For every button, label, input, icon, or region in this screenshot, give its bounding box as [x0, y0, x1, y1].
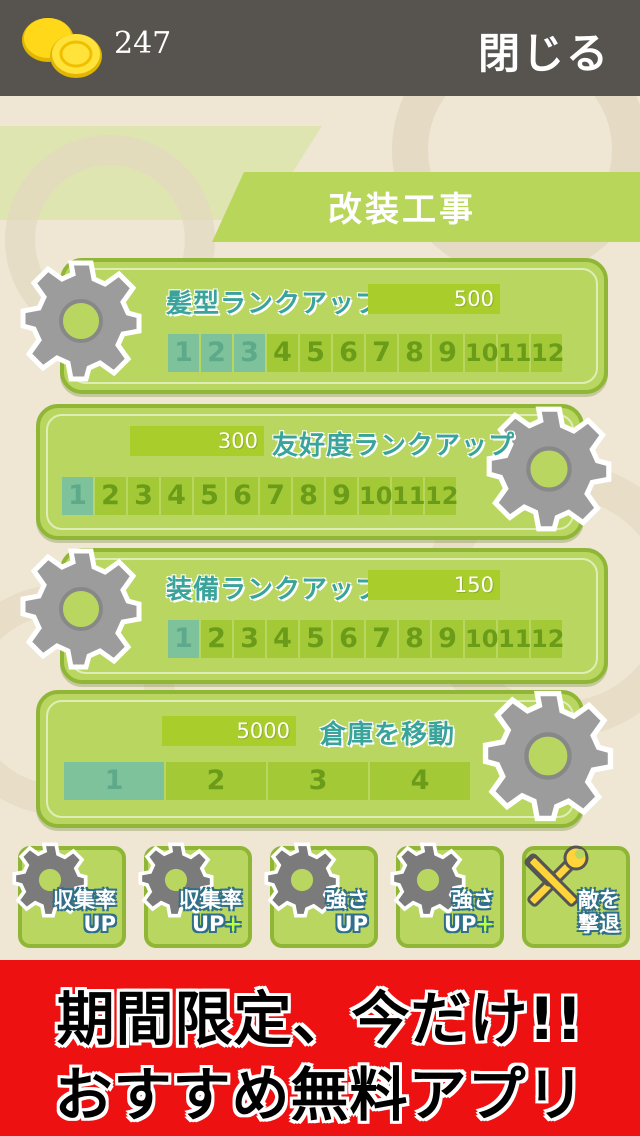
rank-cell[interactable]: 2 — [201, 620, 232, 658]
gear-icon — [20, 548, 142, 670]
shortcut-label: 収集率 UP — [53, 888, 116, 936]
rank-cell[interactable]: 3 — [268, 762, 368, 800]
rank-cell[interactable]: 4 — [161, 477, 192, 515]
page-title: 改装工事 — [328, 190, 476, 230]
rank-cell[interactable]: 11 — [498, 334, 531, 372]
rank-cell[interactable]: 2 — [166, 762, 266, 800]
upgrade-label: 髪型ランクアップ — [166, 289, 383, 319]
rank-list: 1 2 3 4 5 6 7 8 9 10 11 12 — [62, 477, 458, 515]
rank-cell[interactable]: 1 — [168, 620, 199, 658]
rank-cell[interactable]: 4 — [267, 620, 298, 658]
rank-cell[interactable]: 3 — [234, 334, 265, 372]
top-bar: 247 閉じる — [0, 0, 640, 96]
rank-cell[interactable]: 4 — [370, 762, 470, 800]
rank-cell[interactable]: 12 — [425, 477, 458, 515]
shortcut-label: 敵を 撃退 — [578, 888, 620, 936]
collect-rate-up-plus-button[interactable]: 収集率 UP+ — [138, 842, 252, 948]
rank-cell[interactable]: 1 — [62, 477, 93, 515]
rank-cell[interactable]: 11 — [392, 477, 425, 515]
rank-cell[interactable]: 7 — [366, 334, 397, 372]
rank-cell[interactable]: 5 — [300, 334, 331, 372]
repel-enemy-button[interactable]: 敵を 撃退 — [522, 845, 630, 948]
rank-cell[interactable]: 6 — [333, 620, 364, 658]
rank-cell[interactable]: 11 — [498, 620, 531, 658]
strength-up-button[interactable]: 強さ UP — [264, 842, 378, 948]
upgrade-label: 倉庫を移動 — [320, 720, 456, 750]
coin-count: 247 — [114, 26, 172, 61]
rank-list: 1234 — [64, 762, 470, 800]
strength-up-plus-button[interactable]: 強さ UP+ — [390, 842, 504, 948]
rank-cell[interactable]: 5 — [194, 477, 225, 515]
rank-list: 1 2 3 4 5 6 7 8 9 10 11 12 — [168, 334, 564, 372]
rank-cell[interactable]: 1 — [64, 762, 164, 800]
shortcut-button-row: 収集率 UP 収集率 UP+ 強さ UP 強さ UP+ 敵を 撃退 — [0, 840, 640, 950]
rank-cell[interactable]: 7 — [260, 477, 291, 515]
rank-cell[interactable]: 2 — [95, 477, 126, 515]
shortcut-label: 強さ UP — [326, 888, 368, 936]
rank-cell[interactable]: 6 — [333, 334, 364, 372]
rank-cell[interactable]: 1 — [168, 334, 199, 372]
rank-cell[interactable]: 4 — [267, 334, 298, 372]
shortcut-label: 強さ UP+ — [443, 888, 494, 936]
rank-cell[interactable]: 5 — [300, 620, 331, 658]
rank-cell[interactable]: 8 — [399, 620, 430, 658]
upgrade-price: 300 — [217, 429, 258, 453]
rank-cell[interactable]: 9 — [432, 334, 463, 372]
rank-list: 1 2 3 4 5 6 7 8 9 10 11 12 — [168, 620, 564, 658]
rank-cell[interactable]: 6 — [227, 477, 258, 515]
rank-cell[interactable]: 3 — [128, 477, 159, 515]
rank-cell[interactable]: 8 — [293, 477, 324, 515]
rank-cell[interactable]: 12 — [531, 620, 564, 658]
rank-cell[interactable]: 9 — [432, 620, 463, 658]
gear-icon — [482, 690, 614, 822]
upgrade-price: 5000 — [236, 719, 290, 743]
ad-headline: 期間限定、今だけ!! — [56, 985, 584, 1053]
rank-cell[interactable]: 2 — [201, 334, 232, 372]
rank-cell[interactable]: 10 — [359, 477, 392, 515]
ad-banner[interactable]: 期間限定、今だけ!! おすすめ無料アプリ — [0, 960, 640, 1136]
gear-icon — [486, 406, 612, 532]
rank-cell[interactable]: 9 — [326, 477, 357, 515]
rank-cell[interactable]: 10 — [465, 334, 498, 372]
coin-icon — [22, 18, 102, 78]
collect-rate-up-button[interactable]: 収集率 UP — [12, 842, 126, 948]
rank-cell[interactable]: 7 — [366, 620, 397, 658]
gear-icon — [20, 260, 142, 382]
rank-cell[interactable]: 12 — [531, 334, 564, 372]
close-button[interactable]: 閉じる — [478, 20, 610, 81]
shortcut-label: 収集率 UP+ — [179, 888, 242, 936]
ad-subline: おすすめ無料アプリ — [54, 1061, 586, 1129]
upgrade-price: 150 — [453, 573, 494, 597]
upgrade-price: 500 — [453, 287, 494, 311]
upgrade-label: 装備ランクアップ — [166, 575, 383, 605]
rank-cell[interactable]: 10 — [465, 620, 498, 658]
rank-cell[interactable]: 3 — [234, 620, 265, 658]
upgrade-label: 友好度ランクアップ — [272, 431, 516, 461]
rank-cell[interactable]: 8 — [399, 334, 430, 372]
